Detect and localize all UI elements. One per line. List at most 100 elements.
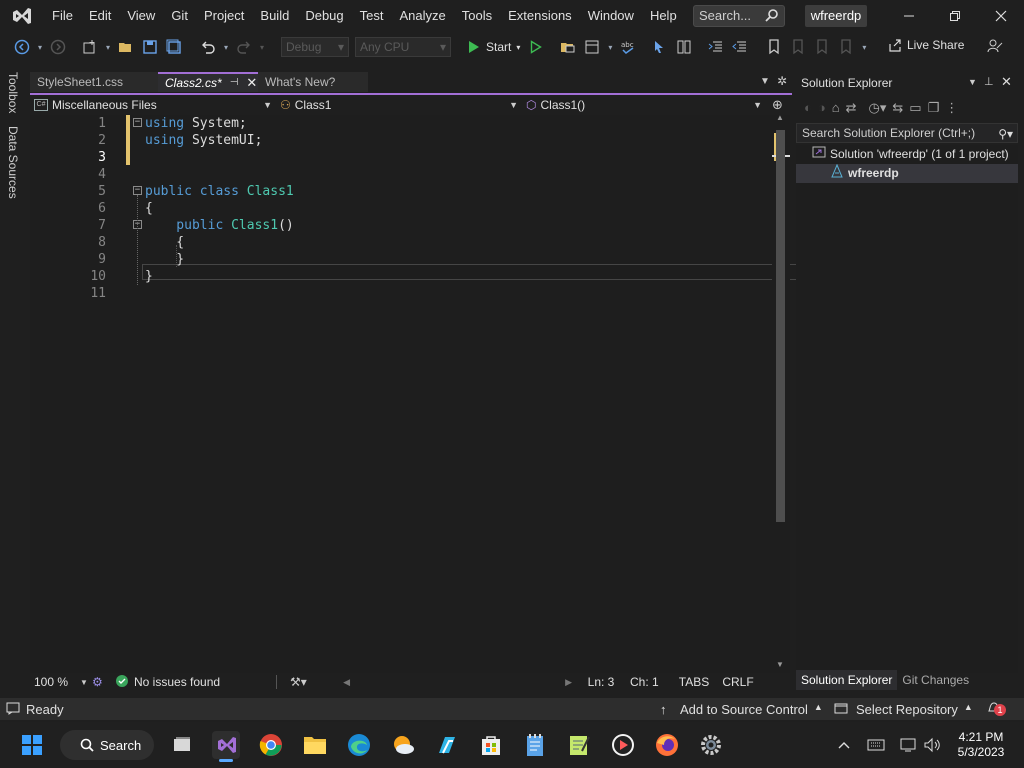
zoom-level[interactable]: 100 %: [30, 675, 80, 689]
start-button[interactable]: Start ▾: [468, 40, 520, 54]
forward-icon[interactable]: ◑: [818, 100, 826, 118]
save-all-icon[interactable]: [164, 37, 184, 57]
properties-icon[interactable]: ⋮: [945, 100, 958, 118]
menu-tools[interactable]: Tools: [454, 0, 500, 32]
collapse-all-icon[interactable]: ▭: [909, 100, 921, 118]
code-line[interactable]: using SystemUI;: [145, 133, 262, 148]
toolbox-tab[interactable]: Toolbox: [6, 72, 20, 113]
code-line[interactable]: {: [145, 235, 184, 250]
code-line[interactable]: public Class1(): [145, 218, 293, 233]
menu-analyze[interactable]: Analyze: [391, 0, 453, 32]
intellicode-icon[interactable]: ⚙: [92, 675, 114, 689]
next-bookmark-icon[interactable]: [812, 37, 832, 57]
show-all-files-icon[interactable]: ❐: [928, 100, 940, 118]
taskbar-search-button[interactable]: Search: [60, 730, 154, 760]
scroll-right-icon[interactable]: ▶: [350, 677, 572, 688]
tab-solution-explorer[interactable]: Solution Explorer: [796, 670, 898, 690]
notepad-plus-plus-icon[interactable]: [565, 731, 593, 759]
split-editor-icon[interactable]: ⊕: [772, 97, 783, 113]
tree-item-solution[interactable]: Solution 'wfreerdp' (1 of 1 project): [796, 145, 1018, 164]
menu-debug[interactable]: Debug: [297, 0, 351, 32]
select-repository-button[interactable]: Select Repository ▲: [856, 702, 986, 717]
layout-icon[interactable]: [582, 37, 602, 57]
keyboard-icon[interactable]: [862, 731, 890, 759]
back-nav-icon[interactable]: [12, 37, 32, 57]
scroll-left-icon[interactable]: ◀: [314, 677, 350, 688]
menu-extensions[interactable]: Extensions: [500, 0, 580, 32]
code-editor[interactable]: 1 2 3 4 5 6 7 8 9 10 11 using System; using SystemU…: [30, 115, 797, 673]
prev-bookmark-icon[interactable]: [788, 37, 808, 57]
volume-icon[interactable]: [918, 731, 946, 759]
pin-icon[interactable]: ⊣: [230, 73, 239, 93]
solution-name-badge[interactable]: wfreerdp: [805, 5, 867, 27]
chevron-up-icon[interactable]: [830, 731, 858, 759]
issues-status[interactable]: No issues found: [134, 675, 276, 689]
panel-menu-icon[interactable]: ▼: [968, 77, 977, 87]
gear-icon[interactable]: ✲: [777, 74, 787, 88]
undo-icon[interactable]: [198, 37, 218, 57]
back-icon[interactable]: ◐: [804, 100, 812, 118]
code-cleanup-icon[interactable]: ⚒▾: [290, 675, 314, 689]
new-dropdown-icon[interactable]: ▾: [104, 37, 112, 57]
layout-dropdown-icon[interactable]: ▾: [606, 37, 614, 57]
close-button[interactable]: [978, 0, 1024, 32]
forward-nav-icon[interactable]: [48, 37, 68, 57]
project-dropdown[interactable]: C# Miscellaneous Files ▼: [30, 95, 276, 115]
add-to-source-control-button[interactable]: Add to Source Control ▲: [680, 702, 834, 717]
scroll-down-icon[interactable]: ▼: [776, 660, 784, 669]
collapse-icon[interactable]: −: [133, 118, 142, 127]
step-icon[interactable]: [674, 37, 694, 57]
solution-configuration-dropdown[interactable]: Debug: [281, 37, 349, 57]
file-explorer-icon[interactable]: [301, 731, 329, 759]
system-clock[interactable]: 4:21 PM 5/3/2023: [950, 730, 1012, 760]
solution-platform-dropdown[interactable]: Any CPU: [355, 37, 451, 57]
pin-icon[interactable]: ⊥: [984, 75, 994, 88]
bookmark-icon[interactable]: [764, 37, 784, 57]
restore-button[interactable]: [932, 0, 978, 32]
redo-icon[interactable]: [234, 37, 254, 57]
menu-project[interactable]: Project: [196, 0, 252, 32]
line-ending[interactable]: CRLF: [716, 675, 760, 689]
start-without-debugging-icon[interactable]: [526, 37, 546, 57]
start-dropdown-icon[interactable]: ▾: [516, 43, 520, 52]
spell-check-icon[interactable]: abc: [618, 37, 638, 57]
code-line[interactable]: }: [145, 252, 184, 267]
new-project-icon[interactable]: [80, 37, 100, 57]
type-dropdown[interactable]: ⚇ Class1 ▼: [276, 95, 522, 115]
menu-view[interactable]: View: [119, 0, 163, 32]
windows-start-icon[interactable]: [18, 731, 46, 759]
solution-explorer-search[interactable]: Search Solution Explorer (Ctrl+;) ⚲▾: [796, 123, 1018, 143]
outdent-icon[interactable]: [730, 37, 750, 57]
column-indicator[interactable]: Ch: 1: [630, 675, 672, 689]
menu-file[interactable]: File: [44, 0, 81, 32]
code-line[interactable]: public class Class1: [145, 184, 294, 199]
back-dropdown-icon[interactable]: ▾: [36, 37, 44, 57]
firefox-icon[interactable]: [653, 731, 681, 759]
switch-views-icon[interactable]: ⇄: [846, 100, 857, 118]
settings-icon[interactable]: [697, 731, 725, 759]
global-search-input[interactable]: Search...: [693, 5, 785, 27]
tab-whats-new[interactable]: What's New?: [258, 72, 368, 92]
tab-git-changes[interactable]: Git Changes: [897, 670, 974, 690]
line-indicator[interactable]: Ln: 3: [572, 675, 630, 689]
edge-icon[interactable]: [345, 731, 373, 759]
indent-icon[interactable]: [706, 37, 726, 57]
notepad-icon[interactable]: [521, 731, 549, 759]
minimize-button[interactable]: [886, 0, 932, 32]
data-sources-tab[interactable]: Data Sources: [6, 126, 20, 199]
toggle-breakpoint-icon[interactable]: [650, 37, 670, 57]
menu-build[interactable]: Build: [252, 0, 297, 32]
admin-preview-icon[interactable]: [987, 38, 1003, 57]
collapse-icon[interactable]: −: [133, 186, 142, 195]
clear-bookmarks-icon[interactable]: [836, 37, 856, 57]
media-player-icon[interactable]: [609, 731, 637, 759]
menu-window[interactable]: Window: [580, 0, 642, 32]
microsoft-store-icon[interactable]: [477, 731, 505, 759]
scrollbar-thumb[interactable]: [776, 130, 785, 522]
browse-folder-icon[interactable]: [558, 37, 578, 57]
zoom-dropdown-icon[interactable]: ▼: [80, 678, 92, 687]
redo-dropdown-icon[interactable]: ▾: [258, 37, 266, 57]
menu-edit[interactable]: Edit: [81, 0, 119, 32]
chrome-icon[interactable]: [257, 731, 285, 759]
member-dropdown[interactable]: ⬡ Class1() ▼: [522, 95, 766, 115]
